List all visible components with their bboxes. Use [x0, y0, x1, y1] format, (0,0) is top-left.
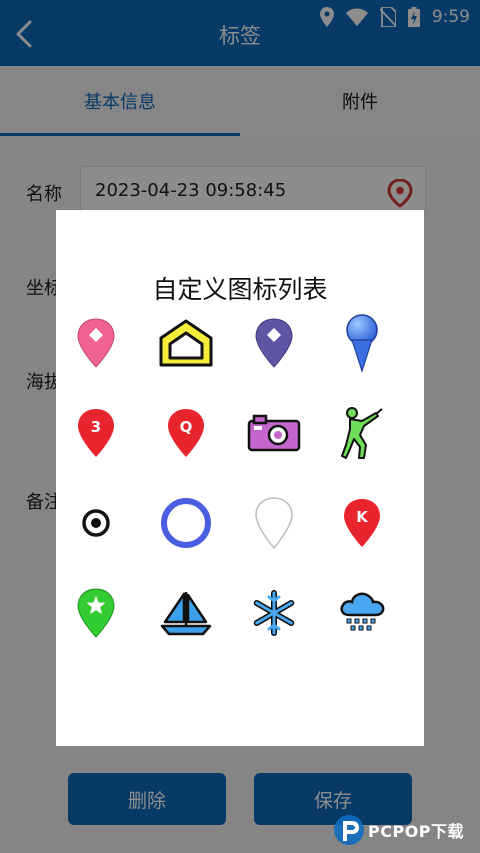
icon-option-purple-diamond-pin[interactable] — [234, 308, 314, 378]
icon-option-blue-ring[interactable] — [146, 488, 226, 558]
green-star-pin-icon — [77, 588, 115, 638]
target-dot-icon — [82, 509, 110, 537]
house-icon — [159, 319, 213, 367]
icon-option-pink-diamond-pin[interactable] — [56, 308, 136, 378]
icon-picker-dialog: 自定义图标列表 3 Q K — [56, 210, 424, 746]
pin-label-3: 3 — [91, 418, 101, 436]
red-pin-q-icon: Q — [168, 409, 204, 457]
icon-option-blue-pushpin[interactable] — [322, 308, 402, 378]
icon-option-red-pin-k[interactable]: K — [322, 488, 402, 558]
blue-pushpin-icon — [346, 314, 378, 373]
icon-option-green-star-pin[interactable] — [56, 578, 136, 648]
pink-diamond-pin-icon — [77, 318, 115, 368]
pin-label-k: K — [356, 508, 369, 526]
snow-cloud-icon — [340, 592, 385, 631]
blue-ring-icon — [161, 498, 211, 548]
icon-option-target-dot[interactable] — [56, 488, 136, 558]
pcpop-watermark: PCPOP下载 — [332, 812, 480, 848]
red-pin-k-icon: K — [344, 499, 380, 547]
pin-label-q: Q — [180, 418, 193, 436]
white-pin-icon — [255, 497, 293, 550]
purple-diamond-pin-icon — [255, 318, 293, 368]
pcpop-logo-icon — [334, 815, 364, 845]
icon-option-snow-cloud[interactable] — [322, 578, 402, 648]
golfer-icon — [341, 407, 383, 459]
icon-option-white-pin[interactable] — [234, 488, 314, 558]
watermark-text: PCPOP下载 — [368, 822, 465, 841]
snowflake-icon — [253, 590, 295, 636]
sailboat-icon — [160, 592, 212, 636]
icon-option-red-pin-3[interactable]: 3 — [56, 398, 136, 468]
icon-option-house[interactable] — [146, 308, 226, 378]
icon-option-snowflake[interactable] — [234, 578, 314, 648]
red-pin-3-icon: 3 — [78, 409, 114, 457]
dialog-title: 自定义图标列表 — [152, 275, 328, 304]
icon-option-golfer[interactable] — [322, 398, 402, 468]
icon-option-sailboat[interactable] — [146, 578, 226, 648]
icon-option-red-pin-q[interactable]: Q — [146, 398, 226, 468]
camera-icon — [247, 414, 301, 452]
icon-option-camera[interactable] — [234, 398, 314, 468]
